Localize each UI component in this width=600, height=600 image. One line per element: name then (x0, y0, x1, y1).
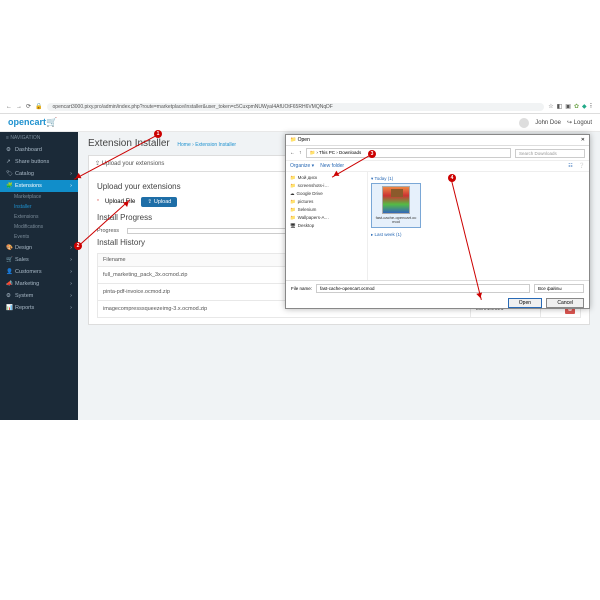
dialog-titlebar: 📁 Open ✕ (286, 135, 589, 146)
sidebar-item-design[interactable]: 🎨Design› (0, 242, 78, 254)
filename-label: File name: (291, 286, 312, 291)
dashboard-icon: ⚙ (6, 147, 12, 153)
ext-icon[interactable]: ◧ (557, 103, 563, 110)
folder-tree: 📁 Мой диск 📁 screenshots-i… ☁ Google Dri… (286, 172, 368, 280)
sidebar-item-catalog[interactable]: 🏷Catalog› (0, 168, 78, 180)
sidebar-item-system[interactable]: ⚙System› (0, 290, 78, 302)
tree-item[interactable]: 📁 Wallpapers-A… (288, 214, 365, 222)
up-icon[interactable]: ↑ (299, 150, 302, 156)
sidebar-sub-installer[interactable]: Installer (0, 202, 78, 212)
tree-item[interactable]: 🖥 Desktop (288, 222, 365, 230)
page-title: Extension Installer (88, 138, 170, 149)
required-marker: * (97, 199, 99, 205)
view-icon[interactable]: ☷ (568, 163, 572, 169)
reports-icon: 📊 (6, 305, 12, 311)
path-bar[interactable]: 📁 › This PC › Downloads (306, 148, 512, 158)
sidebar-header: ≡ NAVIGATION (0, 132, 78, 144)
open-button[interactable]: Open (508, 298, 542, 308)
tree-item[interactable]: 📁 screenshots-i… (288, 182, 365, 190)
archive-icon (382, 186, 410, 214)
ext-icon[interactable]: ▣ (565, 103, 571, 110)
chevron-right-icon: › (70, 245, 72, 251)
sales-icon: 🛒 (6, 257, 12, 263)
dialog-title: 📁 Open (290, 137, 310, 143)
annotation-2: 2 (74, 242, 82, 250)
share-icon: ↗ (6, 159, 12, 165)
browser-toolbar: ← → ⟳ 🔒 opencart3000.pixy.pro/admin/inde… (0, 100, 600, 114)
chevron-right-icon: › (70, 305, 72, 311)
sidebar-sub-modifications[interactable]: Modifications (0, 222, 78, 232)
file-open-dialog: 📁 Open ✕ ← ↑ 📁 › This PC › Downloads Sea… (285, 134, 590, 309)
filetype-filter[interactable]: Все файлы (534, 284, 584, 293)
tree-item[interactable]: ☁ Google Drive (288, 190, 365, 198)
upload-icon: ⇪ (147, 199, 152, 205)
new-folder-button[interactable]: New folder (320, 163, 344, 169)
ext-icon[interactable]: ✿ (574, 103, 579, 110)
reload-icon[interactable]: ⟳ (26, 103, 31, 110)
chevron-right-icon: › (70, 269, 72, 275)
sidebar-sub-extensions[interactable]: Extensions (0, 212, 78, 222)
file-label: fast-cache-opencart.ocmod (374, 216, 418, 225)
url-bar[interactable]: opencart3000.pixy.pro/admin/index.php?ro… (47, 103, 545, 111)
sidebar: ≡ NAVIGATION ⚙Dashboard ↗Share buttons 🏷… (0, 132, 78, 420)
ext-icon[interactable]: ⠇ (590, 103, 594, 110)
upload-button[interactable]: ⇪Upload (141, 197, 177, 207)
chevron-right-icon: › (70, 281, 72, 287)
file-list: ▾ Today (1) fast-cache-opencart.ocmod ▸ … (368, 172, 589, 280)
extensions-icon: 🧩 (6, 183, 12, 189)
file-group[interactable]: ▸ Last week (1) (371, 232, 586, 238)
progress-label: Progress (97, 228, 119, 234)
sidebar-item-share[interactable]: ↗Share buttons (0, 156, 78, 168)
ext-icon[interactable]: ◆ (582, 103, 587, 110)
filename-input[interactable] (316, 284, 530, 293)
chevron-right-icon: › (70, 183, 72, 189)
file-group[interactable]: ▾ Today (1) (371, 176, 586, 182)
organize-menu[interactable]: Organize ▾ (290, 163, 314, 169)
chevron-right-icon: › (70, 293, 72, 299)
ext-icon[interactable]: ☆ (548, 103, 553, 110)
customers-icon: 👤 (6, 269, 12, 275)
search-input[interactable]: Search Downloads (515, 149, 585, 158)
design-icon: 🎨 (6, 245, 12, 251)
forward-icon[interactable]: → (16, 104, 22, 110)
help-icon[interactable]: ❔ (579, 163, 585, 169)
sidebar-sub-events[interactable]: Events (0, 232, 78, 242)
annotation-4: 4 (448, 174, 456, 182)
annotation-3: 3 (368, 150, 376, 158)
close-icon[interactable]: ✕ (581, 137, 585, 143)
marketing-icon: 📣 (6, 281, 12, 287)
cancel-button[interactable]: Cancel (546, 298, 584, 308)
logo: opencart🛒 (8, 117, 57, 128)
tree-item[interactable]: 📁 pictures (288, 198, 365, 206)
main-content: Extension Installer Home › Extension Ins… (78, 132, 600, 420)
sidebar-item-customers[interactable]: 👤Customers› (0, 266, 78, 278)
browser-extensions: ☆ ◧ ▣ ✿ ◆ ⠇ (548, 103, 594, 110)
sidebar-item-reports[interactable]: 📊Reports› (0, 302, 78, 314)
tree-item[interactable]: 📁 Мой диск (288, 174, 365, 182)
user-name[interactable]: John Doe (535, 120, 561, 126)
sidebar-sub-marketplace[interactable]: Marketplace (0, 192, 78, 202)
file-item-selected[interactable]: fast-cache-opencart.ocmod (371, 183, 421, 228)
sidebar-item-sales[interactable]: 🛒Sales› (0, 254, 78, 266)
chevron-right-icon: › (70, 257, 72, 263)
logout-link[interactable]: ↪ Logout (567, 119, 592, 126)
sidebar-item-marketing[interactable]: 📣Marketing› (0, 278, 78, 290)
app-header: opencart🛒 John Doe ↪ Logout (0, 114, 600, 132)
sidebar-item-dashboard[interactable]: ⚙Dashboard (0, 144, 78, 156)
sidebar-item-extensions[interactable]: 🧩Extensions› (0, 180, 78, 192)
back-icon[interactable]: ← (6, 104, 12, 110)
secure-icon: 🔒 (35, 103, 42, 110)
avatar[interactable] (519, 118, 529, 128)
back-icon[interactable]: ← (290, 150, 295, 156)
catalog-icon: 🏷 (6, 171, 12, 177)
breadcrumb[interactable]: Home › Extension Installer (177, 142, 236, 148)
system-icon: ⚙ (6, 293, 12, 299)
annotation-1: 1 (154, 130, 162, 138)
tree-item[interactable]: 📁 Selenium (288, 206, 365, 214)
